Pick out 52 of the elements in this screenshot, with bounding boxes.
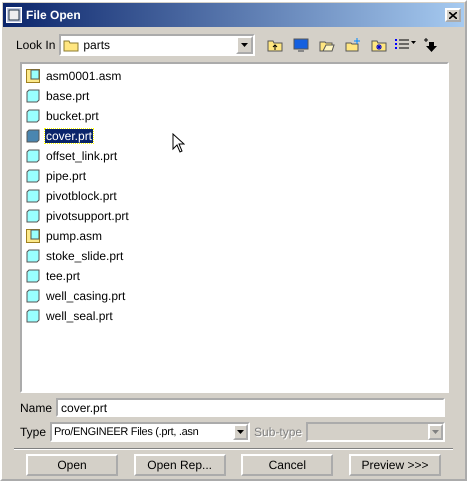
window-icon [6,7,22,23]
file-item[interactable]: stoke_slide.prt [45,249,124,263]
monitor-icon[interactable] [293,38,310,52]
file-item[interactable]: pump.asm [45,229,104,243]
part-icon [26,269,40,283]
file-item[interactable]: well_casing.prt [45,289,126,303]
look-in-dropdown[interactable]: parts [59,34,256,56]
file-item[interactable]: pivotblock.prt [45,189,118,203]
mouse-cursor-icon [172,133,185,153]
part-icon [26,89,40,103]
name-label: Name [20,400,52,414]
dropdown-arrow-icon [432,430,439,434]
folder-star-icon[interactable] [371,38,388,52]
part-icon [26,109,40,123]
window-title: File Open [26,8,82,22]
part-icon [26,169,40,183]
close-icon [449,12,457,18]
part-icon [26,189,40,203]
dialog-button[interactable]: Cancel [241,454,334,476]
download-arrow-icon[interactable] [423,37,440,53]
file-item[interactable]: bucket.prt [45,109,100,123]
dialog-button[interactable]: Open Rep... [134,454,226,476]
close-button[interactable] [445,8,461,22]
part-icon [26,309,40,323]
part-icon [26,149,40,163]
assembly-icon [26,229,40,243]
part-icon [26,209,40,223]
file-item[interactable]: well_seal.prt [45,309,114,323]
list-view-icon[interactable] [394,38,416,52]
dropdown-arrow-icon [241,43,248,47]
type-dropdown[interactable]: Pro/ENGINEER Files (.prt, .asn [50,422,250,442]
file-item[interactable]: cover.prt [45,129,94,143]
dropdown-arrow-icon [237,430,244,434]
assembly-icon [26,69,40,83]
type-label: Type [20,425,46,439]
folder-up-icon[interactable] [267,38,284,52]
subtype-label: Sub-type [254,425,302,439]
part-icon [26,129,40,143]
name-field[interactable]: cover.prt [56,398,445,417]
new-folder-icon[interactable] [345,38,362,52]
file-item[interactable]: tee.prt [45,269,82,283]
file-item[interactable]: base.prt [45,89,90,103]
folder-icon [63,38,80,52]
dialog-button[interactable]: Open [26,454,118,476]
part-icon [26,289,40,303]
part-icon [26,249,40,263]
file-item[interactable]: pivotsupport.prt [45,209,130,223]
file-item[interactable]: asm0001.asm [45,69,122,83]
look-in-label: Look In [16,38,56,52]
file-item[interactable]: pipe.prt [45,169,88,183]
dialog-button[interactable]: Preview >>> [348,454,441,476]
file-item[interactable]: offset_link.prt [45,149,118,163]
